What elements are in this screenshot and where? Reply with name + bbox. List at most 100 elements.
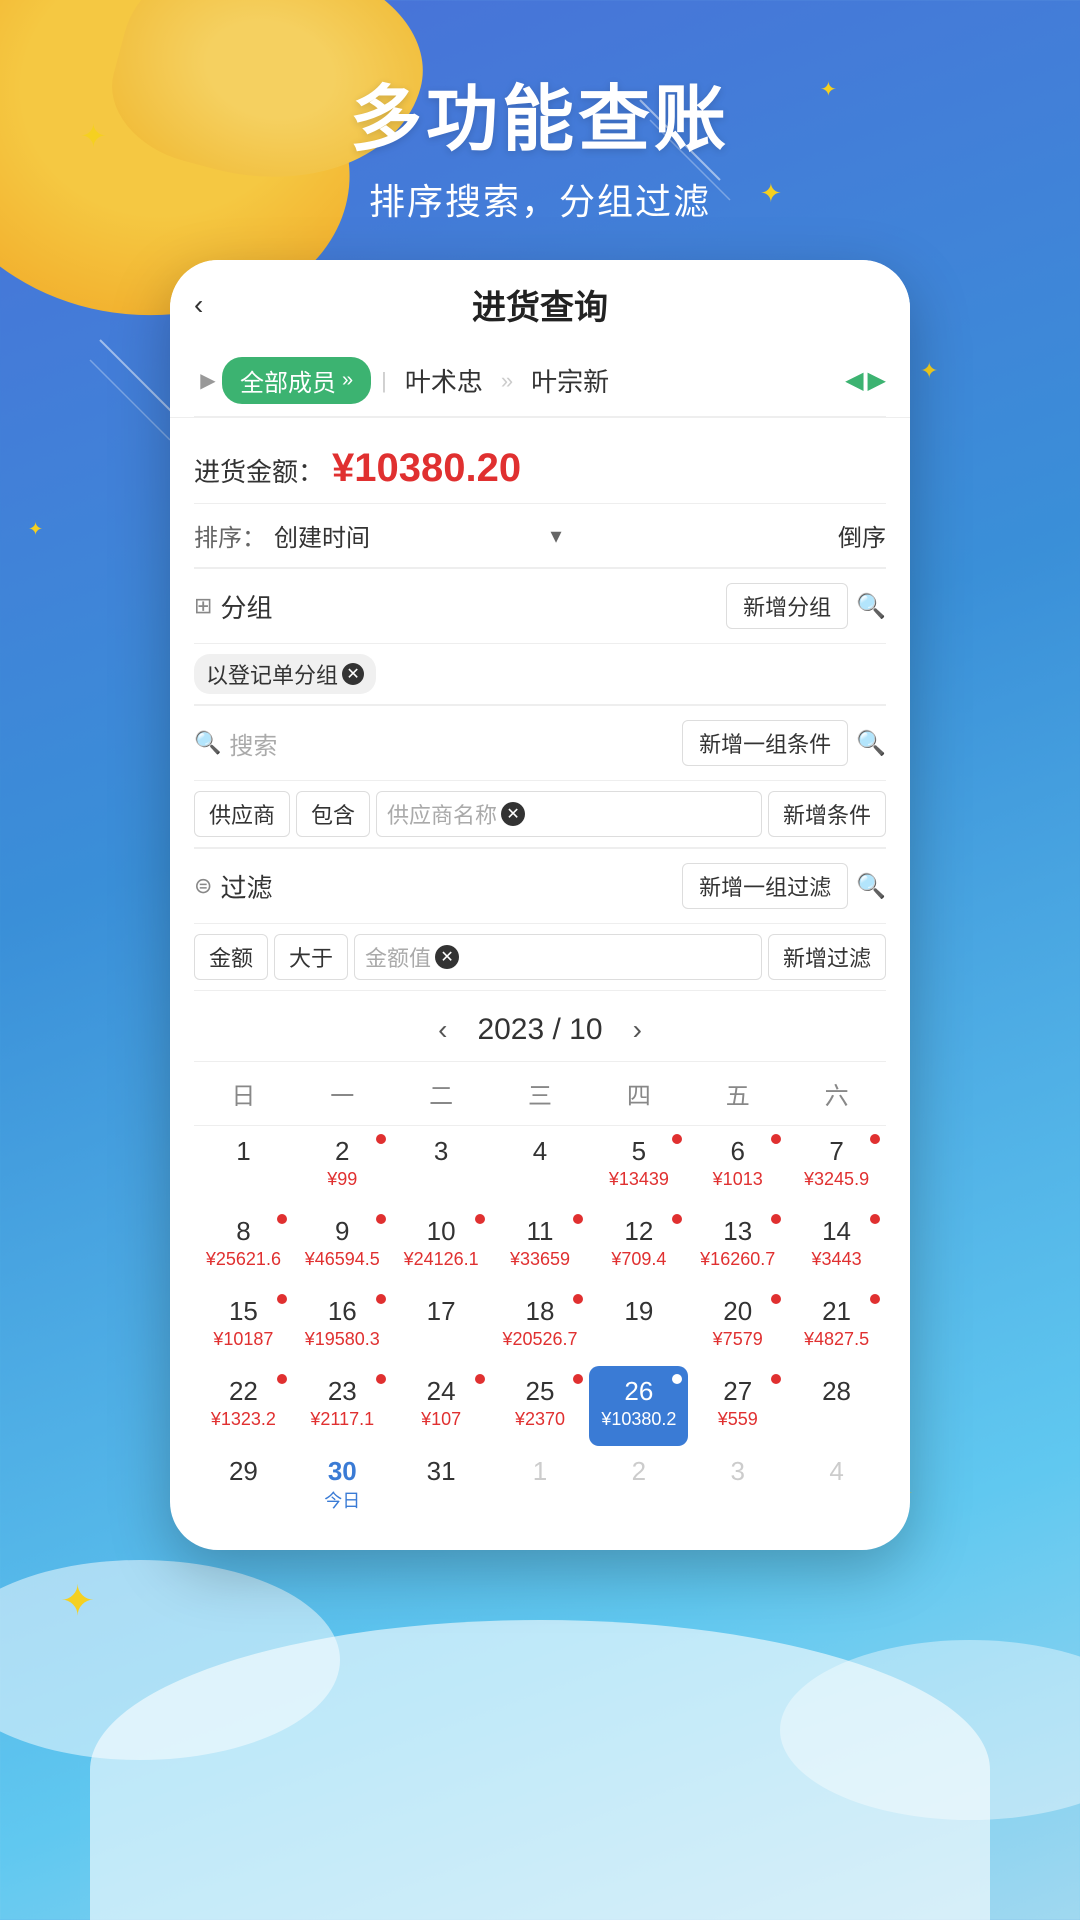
filter-condition-row: 金额 大于 金额值 ✕ 新增过滤: [194, 924, 886, 991]
cal-day-2-1[interactable]: 16¥19580.3: [293, 1286, 392, 1366]
cal-day-4-1[interactable]: 30今日: [293, 1446, 392, 1526]
cal-day-num-1-4: 12: [624, 1216, 653, 1247]
bg-cloud3: [90, 1620, 990, 1920]
cal-day-2-2[interactable]: 17: [392, 1286, 491, 1366]
cal-day-num-3-3: 25: [526, 1376, 555, 1407]
cal-day-1-5[interactable]: 13¥16260.7: [688, 1206, 787, 1286]
filter-field-amount[interactable]: 金额: [194, 934, 268, 980]
group-tag-item: 以登记单分组 ✕: [194, 654, 376, 694]
cal-day-0-3[interactable]: 4: [491, 1126, 590, 1206]
cond-field-supplier[interactable]: 供应商: [194, 791, 290, 837]
cal-day-amount-1-0: ¥25621.6: [206, 1249, 281, 1270]
cal-day-4-5[interactable]: 3: [688, 1446, 787, 1526]
prev-icon[interactable]: ◀: [845, 366, 863, 395]
cal-day-dot-1-2: [475, 1214, 485, 1224]
star-icon-4: ✦: [28, 520, 43, 538]
cal-day-2-0[interactable]: 15¥10187: [194, 1286, 293, 1366]
cal-day-4-2[interactable]: 31: [392, 1446, 491, 1526]
cal-day-num-4-4: 2: [632, 1456, 646, 1487]
cal-day-0-1[interactable]: 2¥99: [293, 1126, 392, 1206]
cal-day-1-2[interactable]: 10¥24126.1: [392, 1206, 491, 1286]
filter-label: 过滤: [220, 868, 674, 905]
all-members-tab[interactable]: 全部成员 »: [222, 357, 371, 404]
cal-day-2-5[interactable]: 20¥7579: [688, 1286, 787, 1366]
cal-day-amount-1-6: ¥3443: [812, 1249, 862, 1270]
tag-row: 以登记单分组 ✕: [194, 644, 886, 705]
header-main-title: 多功能查账: [0, 60, 1080, 165]
cal-day-num-1-1: 9: [335, 1216, 349, 1247]
cal-day-4-4[interactable]: 2: [589, 1446, 688, 1526]
new-group-btn[interactable]: 新增分组: [726, 583, 848, 629]
filter-search-icon[interactable]: 🔍: [856, 872, 886, 901]
cal-day-dot-2-6: [870, 1294, 880, 1304]
cal-day-0-4[interactable]: 5¥13439: [589, 1126, 688, 1206]
search-placeholder[interactable]: 搜索: [229, 726, 674, 761]
new-condition-btn[interactable]: 新增一组条件: [682, 720, 848, 766]
new-filter-group-btn[interactable]: 新增一组过滤: [682, 863, 848, 909]
cal-day-3-4[interactable]: 26¥10380.2: [589, 1366, 688, 1446]
cal-day-3-3[interactable]: 25¥2370: [491, 1366, 590, 1446]
cal-day-3-6[interactable]: 28: [787, 1366, 886, 1446]
phone-mockup: ‹ 进货查询 ▶ 全部成员 » | 叶术忠 » 叶宗新 ◀ ▶ 进货金额： ¥1…: [170, 260, 910, 1550]
cal-day-dot-1-3: [573, 1214, 583, 1224]
cal-day-0-5[interactable]: 6¥1013: [688, 1126, 787, 1206]
cal-day-0-0[interactable]: 1: [194, 1126, 293, 1206]
cal-day-1-6[interactable]: 14¥3443: [787, 1206, 886, 1286]
cal-day-1-0[interactable]: 8¥25621.6: [194, 1206, 293, 1286]
cal-day-dot-2-3: [573, 1294, 583, 1304]
cal-day-3-1[interactable]: 23¥2117.1: [293, 1366, 392, 1446]
phone-topbar: ‹ 进货查询 ▶ 全部成员 » | 叶术忠 » 叶宗新 ◀ ▶: [170, 260, 910, 418]
member1-tab[interactable]: 叶术忠: [397, 362, 491, 399]
filter-value-amount: 金额值 ✕: [354, 934, 762, 980]
cal-day-3-0[interactable]: 22¥1323.2: [194, 1366, 293, 1446]
amount-label: 进货金额：: [194, 452, 324, 489]
cal-day-dot-3-4: [672, 1374, 682, 1384]
next-icon[interactable]: ▶: [868, 366, 886, 395]
group-search-icon[interactable]: 🔍: [856, 592, 886, 621]
cal-prev-btn[interactable]: ‹: [428, 1014, 457, 1046]
filter-op-gt[interactable]: 大于: [274, 934, 348, 980]
cal-day-3-2[interactable]: 24¥107: [392, 1366, 491, 1446]
cal-day-4-6[interactable]: 4: [787, 1446, 886, 1526]
cal-day-2-6[interactable]: 21¥4827.5: [787, 1286, 886, 1366]
cal-day-0-6[interactable]: 7¥3245.9: [787, 1126, 886, 1206]
page-title: 进货查询: [472, 280, 608, 329]
search-confirm-icon[interactable]: 🔍: [856, 729, 886, 758]
group-icon: ⊞: [194, 593, 212, 619]
calendar-nav: ‹ 2023 / 10 ›: [194, 999, 886, 1061]
cal-day-4-0[interactable]: 29: [194, 1446, 293, 1526]
new-filter-item-btn[interactable]: 新增过滤: [768, 934, 886, 980]
cal-day-4-3[interactable]: 1: [491, 1446, 590, 1526]
title-row: ‹ 进货查询: [194, 280, 886, 345]
cal-day-1-1[interactable]: 9¥46594.5: [293, 1206, 392, 1286]
cal-day-dot-1-4: [672, 1214, 682, 1224]
cal-next-btn[interactable]: ›: [623, 1014, 652, 1046]
cal-day-0-2[interactable]: 3: [392, 1126, 491, 1206]
sort-order-btn[interactable]: 倒序: [838, 518, 886, 553]
back-button[interactable]: ‹: [194, 289, 203, 321]
cal-day-amount-2-0: ¥10187: [213, 1329, 273, 1350]
tab-nav[interactable]: ◀ ▶: [845, 366, 886, 395]
cal-day-2-4[interactable]: 19: [589, 1286, 688, 1366]
group-tag-close[interactable]: ✕: [342, 663, 364, 685]
cal-day-num-3-5: 27: [723, 1376, 752, 1407]
cal-day-num-0-4: 5: [632, 1136, 646, 1167]
cal-day-1-4[interactable]: 12¥709.4: [589, 1206, 688, 1286]
cal-day-num-1-0: 8: [236, 1216, 250, 1247]
member-tabs: ▶ 全部成员 » | 叶术忠 » 叶宗新 ◀ ▶: [194, 345, 886, 417]
weekday-tue: 二: [392, 1070, 491, 1117]
calendar-days: 12¥99345¥134396¥10137¥3245.98¥25621.69¥4…: [194, 1126, 886, 1526]
cond-value-close[interactable]: ✕: [501, 802, 525, 826]
sort-dropdown-icon[interactable]: ▾: [550, 523, 561, 549]
cal-day-1-3[interactable]: 11¥33659: [491, 1206, 590, 1286]
cal-day-num-4-6: 4: [829, 1456, 843, 1487]
cond-op-contains[interactable]: 包含: [296, 791, 370, 837]
new-condition-item-btn[interactable]: 新增条件: [768, 791, 886, 837]
member2-tab[interactable]: 叶宗新: [523, 362, 617, 399]
cal-day-2-3[interactable]: 18¥20526.7: [491, 1286, 590, 1366]
cal-day-3-5[interactable]: 27¥559: [688, 1366, 787, 1446]
cal-day-num-2-2: 17: [427, 1296, 456, 1327]
filter-value-close[interactable]: ✕: [435, 945, 459, 969]
cal-day-amount-3-0: ¥1323.2: [211, 1409, 276, 1430]
cal-day-num-2-1: 16: [328, 1296, 357, 1327]
